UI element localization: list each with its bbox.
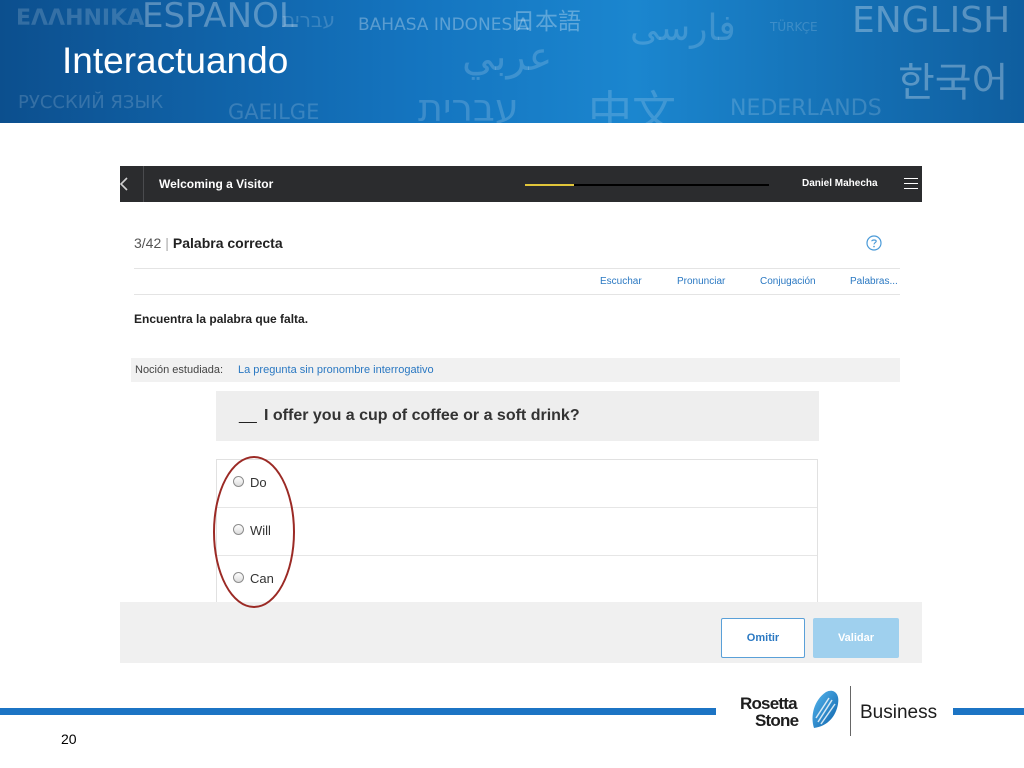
banner-language-word: עברית [282,8,335,32]
banner-language-word: عربي [462,34,553,80]
logo-business-text: Business [860,702,938,723]
banner-language-word: 中文 [588,87,676,123]
instruction-text: Encuentra la palabra que falta. [134,312,309,326]
hamburger-menu-line [904,183,918,184]
divider [134,268,900,269]
hamburger-menu-icon [904,178,918,179]
tool-link-words[interactable]: Palabras... [850,276,898,287]
lesson-progress-fill [525,184,574,186]
activity-counter: 3/42 [134,235,162,251]
activity-name: Palabra correcta [172,235,283,251]
highlight-ellipse [213,456,295,608]
notion-label: Noción estudiada: [135,364,224,376]
banner-language-word: GAEILGE [228,100,320,123]
page-number: 20 [61,731,77,747]
question-text: I offer you a cup of coffee or a soft dr… [264,407,580,424]
question-circle-icon[interactable] [866,235,882,251]
banner-language-word: TÜRKÇE [770,20,818,34]
answer-option[interactable]: Will [217,508,817,556]
hamburger-menu-line [904,188,918,189]
back-button[interactable] [120,166,144,202]
slide-banner: ΕΛΛΗΝΙΚΑ ESPAÑOL עברית BAHASA INDONESIA … [0,0,1024,123]
banner-language-word: РУССКИЙ ЯЗЫК [18,92,164,113]
activity-separator: | [165,235,169,251]
slide-title: Interactuando [62,40,289,81]
banner-language-word: ENGLISH [852,0,1011,41]
answer-option[interactable]: Do [217,460,817,508]
lesson-topbar: Welcoming a Visitor Daniel Mahecha [120,166,922,202]
tool-link-listen[interactable]: Escuchar [600,276,642,287]
footer-rule [0,708,716,715]
validate-button[interactable]: Validar [813,618,899,658]
user-name[interactable]: Daniel Mahecha [802,178,878,189]
banner-language-word: فارسی [630,8,736,49]
lesson-title: Welcoming a Visitor [159,177,274,191]
banner-language-word: 한국어 [898,60,1009,106]
answer-option[interactable]: Can [217,556,817,604]
chevron-left-icon [120,177,128,191]
footer-rule [953,708,1024,715]
banner-language-word: ESPAÑOL [142,0,298,36]
menu-button[interactable] [904,178,918,190]
tool-link-conjugation[interactable]: Conjugación [760,276,816,287]
rosetta-stone-mark-icon [812,690,839,728]
banner-language-word: BAHASA INDONESIA [358,15,529,35]
logo-word: Stone [755,711,799,730]
banner-language-word: עברית [418,86,519,123]
lesson-progress-bar [525,184,769,186]
activity-header: 3/42 | Palabra correcta [134,235,283,251]
banner-language-word: 日本語 [512,9,581,35]
banner-language-word: ΕΛΛΗΝΙΚΑ [16,6,145,31]
logo-divider [850,686,851,736]
answer-options: Do Will Can [216,459,818,619]
action-bar: Omitir Validar [120,602,922,663]
notion-bar: Noción estudiada: La pregunta sin pronom… [131,358,900,382]
skip-button[interactable]: Omitir [721,618,805,658]
question-blank: __ [239,407,257,424]
tool-link-pronounce[interactable]: Pronunciar [677,276,725,287]
banner-language-word: NEDERLANDS [730,96,882,121]
question-box: __ I offer you a cup of coffee or a soft… [216,391,819,441]
divider [134,294,900,295]
notion-link[interactable]: La pregunta sin pronombre interrogativo [238,364,434,376]
